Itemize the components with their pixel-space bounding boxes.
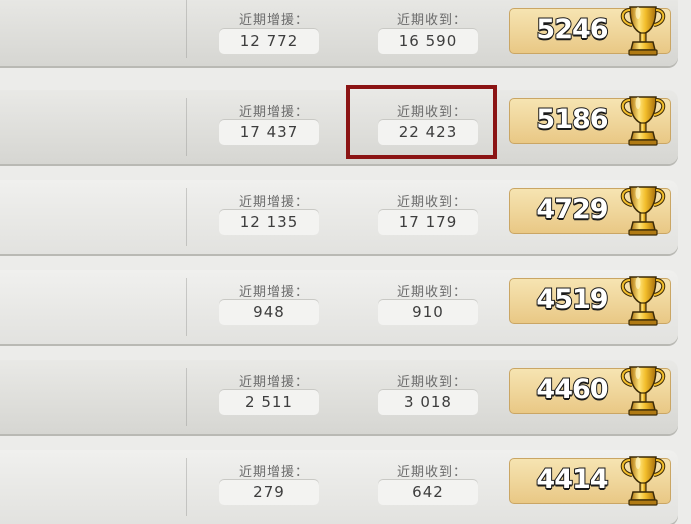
trophy-icon <box>616 271 670 327</box>
trophy-icon <box>616 1 670 57</box>
donated-label: 近期增援： <box>238 465 309 480</box>
received-value: 910 <box>378 299 478 325</box>
received-highlight-box <box>346 85 497 159</box>
member-row[interactable]: 近期增援： 948 近期收到： 910 4519 <box>0 270 678 344</box>
donated-value: 12 135 <box>219 209 319 235</box>
trophy-count-box: 4729 <box>509 188 671 234</box>
received-value: 16 590 <box>378 28 478 54</box>
donated-label: 近期增援： <box>238 13 309 28</box>
row-divider <box>186 188 187 246</box>
received-value: 17 179 <box>378 209 478 235</box>
received-label: 近期收到： <box>396 195 467 210</box>
received-value: 3 018 <box>378 389 478 415</box>
trophy-icon <box>616 361 670 417</box>
trophy-count: 5246 <box>535 13 609 46</box>
received-value: 642 <box>378 479 478 505</box>
trophy-count-box: 4519 <box>509 278 671 324</box>
trophy-count: 4414 <box>535 463 609 496</box>
trophy-count: 5186 <box>535 103 609 136</box>
row-divider <box>186 278 187 336</box>
donated-label: 近期增援： <box>238 195 309 210</box>
trophy-count: 4729 <box>535 193 609 226</box>
member-row[interactable]: 近期增援： 279 近期收到： 642 4414 <box>0 450 678 524</box>
row-divider <box>186 98 187 156</box>
donated-value: 17 437 <box>219 119 319 145</box>
row-divider <box>186 0 187 58</box>
received-label: 近期收到： <box>396 375 467 390</box>
trophy-count: 4519 <box>535 283 609 316</box>
donated-value: 948 <box>219 299 319 325</box>
donated-label: 近期增援： <box>238 285 309 300</box>
donated-value: 12 772 <box>219 28 319 54</box>
row-divider <box>186 368 187 426</box>
trophy-count-box: 4414 <box>509 458 671 504</box>
received-label: 近期收到： <box>396 285 467 300</box>
donated-value: 2 511 <box>219 389 319 415</box>
donated-label: 近期增援： <box>238 105 309 120</box>
trophy-count-box: 5246 <box>509 8 671 54</box>
member-row[interactable]: 近期增援： 12 772 近期收到： 16 590 5246 <box>0 0 678 66</box>
trophy-count-box: 4460 <box>509 368 671 414</box>
trophy-icon <box>616 91 670 147</box>
row-divider <box>186 458 187 516</box>
trophy-icon <box>616 181 670 237</box>
member-row[interactable]: 近期增援： 2 511 近期收到： 3 018 4460 <box>0 360 678 434</box>
member-row[interactable]: 近期增援： 12 135 近期收到： 17 179 4729 <box>0 180 678 254</box>
donated-value: 279 <box>219 479 319 505</box>
received-label: 近期收到： <box>396 465 467 480</box>
donated-label: 近期增援： <box>238 375 309 390</box>
received-label: 近期收到： <box>396 13 467 28</box>
trophy-count-box: 5186 <box>509 98 671 144</box>
trophy-count: 4460 <box>535 373 609 406</box>
member-row[interactable]: 近期增援： 17 437 近期收到： 22 423 5186 <box>0 90 678 164</box>
trophy-icon <box>616 451 670 507</box>
